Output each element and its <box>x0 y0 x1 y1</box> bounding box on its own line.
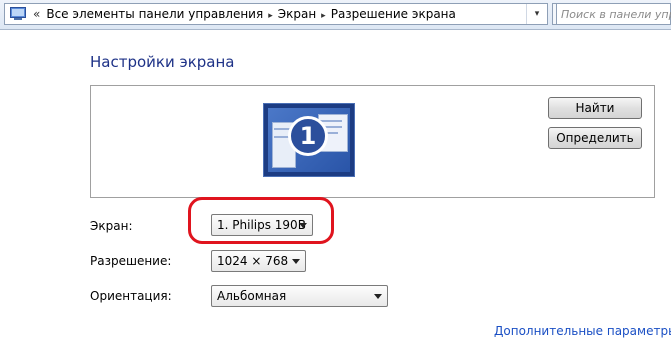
address-bar: « Все элементы панели управления ▸ Экран ▸ Ра… <box>0 0 671 30</box>
control-panel-icon <box>10 7 26 20</box>
monitor-1-icon[interactable]: 1 <box>263 103 355 177</box>
find-button[interactable]: Найти <box>548 97 642 119</box>
orientation-select-value: Альбомная <box>217 289 287 303</box>
display-preview-panel: 1 Найти Определить <box>90 85 655 198</box>
chevron-down-icon <box>374 294 382 299</box>
breadcrumb-overflow-chevron[interactable]: « <box>33 7 40 21</box>
search-box[interactable] <box>556 3 671 25</box>
history-dropdown-icon[interactable]: ▾ <box>526 4 547 24</box>
page-title: Настройки экрана <box>90 53 235 71</box>
highlight-annotation <box>188 197 334 244</box>
orientation-select[interactable]: Альбомная <box>211 285 388 307</box>
breadcrumb-item-all-control-panel[interactable]: Все элементы панели управления <box>46 7 263 21</box>
resolution-select[interactable]: 1024 × 768 <box>211 250 306 272</box>
orientation-label: Ориентация: <box>90 289 172 303</box>
breadcrumb: « Все элементы панели управления ▸ Экран ▸ Ра… <box>33 4 456 24</box>
screen-label: Экран: <box>90 219 133 233</box>
resolution-select-value: 1024 × 768 <box>217 254 289 268</box>
breadcrumb-separator-icon[interactable]: ▸ <box>321 11 326 21</box>
search-input[interactable] <box>561 6 671 22</box>
monitor-number-badge: 1 <box>288 116 328 156</box>
chevron-down-icon <box>292 259 300 264</box>
breadcrumb-bar[interactable]: « Все элементы панели управления ▸ Экран ▸ Ра… <box>4 3 548 25</box>
window-line <box>274 128 290 130</box>
window-line <box>320 120 342 122</box>
resolution-label: Разрешение: <box>90 254 172 268</box>
breadcrumb-separator-icon[interactable]: ▸ <box>268 11 273 21</box>
breadcrumb-item-screen-resolution[interactable]: Разрешение экрана <box>331 7 456 21</box>
identify-button[interactable]: Определить <box>548 127 642 149</box>
breadcrumb-item-display[interactable]: Экран <box>278 7 316 21</box>
advanced-settings-link[interactable]: Дополнительные параметры <box>494 324 671 338</box>
